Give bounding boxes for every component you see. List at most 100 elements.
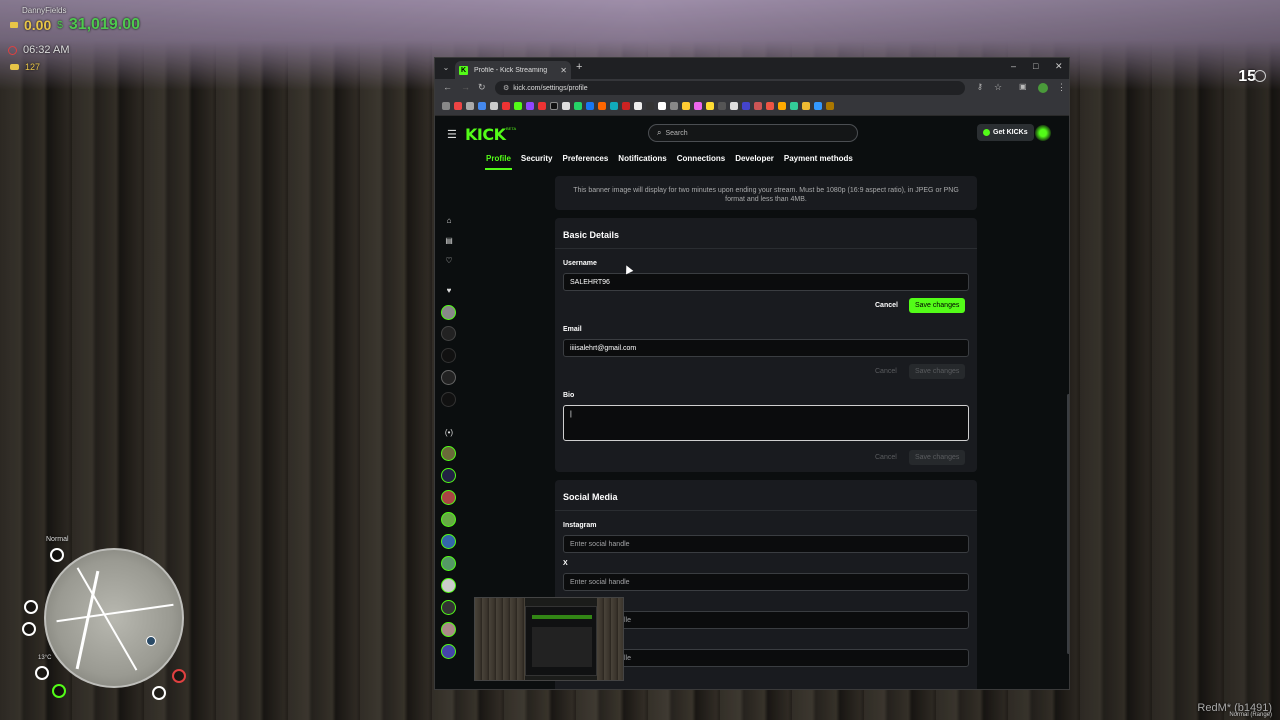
following-icon[interactable]: ♡ (444, 256, 454, 266)
bookmark-icon[interactable] (598, 102, 606, 110)
address-bar[interactable]: ⚙ kick.com/settings/profile (495, 81, 965, 95)
bookmark-icon[interactable] (466, 102, 474, 110)
bookmark-icon[interactable] (826, 102, 834, 110)
bookmark-icon[interactable] (670, 102, 678, 110)
browser-tab-active[interactable]: K Profile - Kick Streaming ✕ (455, 61, 571, 79)
get-kicks-button[interactable]: Get KICKs (977, 124, 1034, 141)
bio-save-button[interactable]: Save changes (909, 450, 966, 465)
bookmark-star-icon[interactable]: ☆ (994, 82, 1002, 93)
tab-payment-methods[interactable]: Payment methods (783, 154, 854, 170)
channel-avatar[interactable] (441, 446, 456, 461)
kick-logo[interactable]: KICK (465, 125, 506, 144)
search-input[interactable]: ⌕ Search (648, 124, 858, 142)
bookmark-icon[interactable] (814, 102, 822, 110)
bookmark-icon[interactable] (454, 102, 462, 110)
scrollbar[interactable] (1067, 394, 1069, 654)
browse-icon[interactable]: ▤ (444, 236, 454, 246)
channel-avatar[interactable] (441, 556, 456, 571)
tab-profile[interactable]: Profile (485, 154, 512, 170)
bookmark-icon[interactable] (754, 102, 762, 110)
minimize-button[interactable]: – (1011, 61, 1016, 71)
channel-avatar[interactable] (441, 600, 456, 615)
bookmark-icon[interactable] (622, 102, 630, 110)
bookmark-icon[interactable] (778, 102, 786, 110)
bio-cancel-button[interactable]: Cancel (875, 454, 897, 461)
channel-avatar[interactable] (441, 326, 456, 341)
channel-avatar[interactable] (441, 622, 456, 637)
hud-temperature: 13°C (38, 655, 52, 661)
bookmark-icon[interactable] (718, 102, 726, 110)
bookmark-icon[interactable] (694, 102, 702, 110)
bookmark-icon[interactable] (550, 102, 558, 110)
tab-title: Profile - Kick Streaming (474, 66, 548, 74)
password-key-icon[interactable]: ⚷ (977, 82, 983, 91)
bookmark-icon[interactable] (730, 102, 738, 110)
preview-bar (532, 615, 592, 619)
username-field[interactable]: SALEHRT96 (563, 273, 969, 291)
extensions-icon[interactable]: ▣ (1019, 82, 1027, 91)
username-save-button[interactable]: Save changes (909, 298, 966, 313)
new-tab-button[interactable]: + (576, 61, 582, 73)
kick-header: ☰ KICK BETA ⌕ Search Get KICKs (435, 116, 1069, 150)
bookmark-icon[interactable] (490, 102, 498, 110)
tab-preferences[interactable]: Preferences (561, 154, 609, 170)
tab-connections[interactable]: Connections (676, 154, 726, 170)
reload-icon[interactable]: ↻ (478, 82, 486, 93)
bookmark-icon[interactable] (526, 102, 534, 110)
channel-avatar[interactable] (441, 644, 456, 659)
tab-close-icon[interactable]: ✕ (560, 66, 567, 75)
bookmark-icon[interactable] (658, 102, 666, 110)
banner-note: This banner image will display for two m… (573, 187, 959, 203)
bookmark-icon[interactable] (538, 102, 546, 110)
apps-icon[interactable] (442, 102, 450, 110)
menu-dots-icon[interactable]: ⋮ (1057, 82, 1066, 93)
bookmark-icon[interactable] (574, 102, 582, 110)
close-window-button[interactable]: ✕ (1055, 61, 1063, 72)
bookmark-icon[interactable] (514, 102, 522, 110)
tab-notifications[interactable]: Notifications (617, 154, 667, 170)
bookmark-icon[interactable] (634, 102, 642, 110)
user-avatar[interactable] (1035, 125, 1051, 141)
instagram-field[interactable]: Enter social handle (563, 535, 969, 553)
profile-avatar-icon[interactable] (1038, 83, 1048, 93)
email-save-button[interactable]: Save changes (909, 364, 966, 379)
channel-avatar[interactable] (441, 534, 456, 549)
bio-textarea[interactable]: | (563, 405, 969, 441)
email-cancel-button[interactable]: Cancel (875, 368, 897, 375)
maximize-button[interactable]: □ (1033, 61, 1038, 71)
channel-avatar[interactable] (441, 392, 456, 407)
bookmark-icon[interactable] (766, 102, 774, 110)
channel-avatar[interactable] (441, 348, 456, 363)
tab-developer[interactable]: Developer (734, 154, 775, 170)
bookmark-icon[interactable] (562, 102, 570, 110)
bookmark-icon[interactable] (478, 102, 486, 110)
site-info-icon[interactable]: ⚙ (503, 84, 509, 92)
bookmark-icon[interactable] (682, 102, 690, 110)
channel-avatar[interactable] (441, 370, 456, 385)
channel-avatar[interactable] (441, 578, 456, 593)
tab-search-icon[interactable]: ⌄ (440, 62, 452, 74)
channel-avatar[interactable] (441, 490, 456, 505)
channel-avatar[interactable] (441, 512, 456, 527)
hamburger-menu-icon[interactable]: ☰ (447, 128, 457, 141)
home-icon[interactable]: ⌂ (444, 216, 454, 226)
bookmark-icon[interactable] (790, 102, 798, 110)
back-icon[interactable]: ← (443, 82, 452, 92)
username-cancel-button[interactable]: Cancel (875, 302, 898, 309)
bookmark-icon[interactable] (706, 102, 714, 110)
bookmark-icon[interactable] (802, 102, 810, 110)
hud-gold: 0.00 (24, 17, 52, 33)
bookmark-icon[interactable] (502, 102, 510, 110)
x-field[interactable]: Enter social handle (563, 573, 969, 591)
forward-icon[interactable]: → (461, 82, 470, 92)
tab-security[interactable]: Security (520, 154, 554, 170)
bookmark-icon[interactable] (610, 102, 618, 110)
tab-strip: ⌄ K Profile - Kick Streaming ✕ + – □ ✕ (435, 58, 1069, 79)
email-field[interactable]: iiiisalehrt@gmail.com (563, 339, 969, 357)
channel-avatar[interactable] (441, 305, 456, 320)
bookmark-icon[interactable] (586, 102, 594, 110)
email-label: Email (563, 326, 582, 333)
bookmark-icon[interactable] (646, 102, 654, 110)
bookmark-icon[interactable] (742, 102, 750, 110)
channel-avatar[interactable] (441, 468, 456, 483)
